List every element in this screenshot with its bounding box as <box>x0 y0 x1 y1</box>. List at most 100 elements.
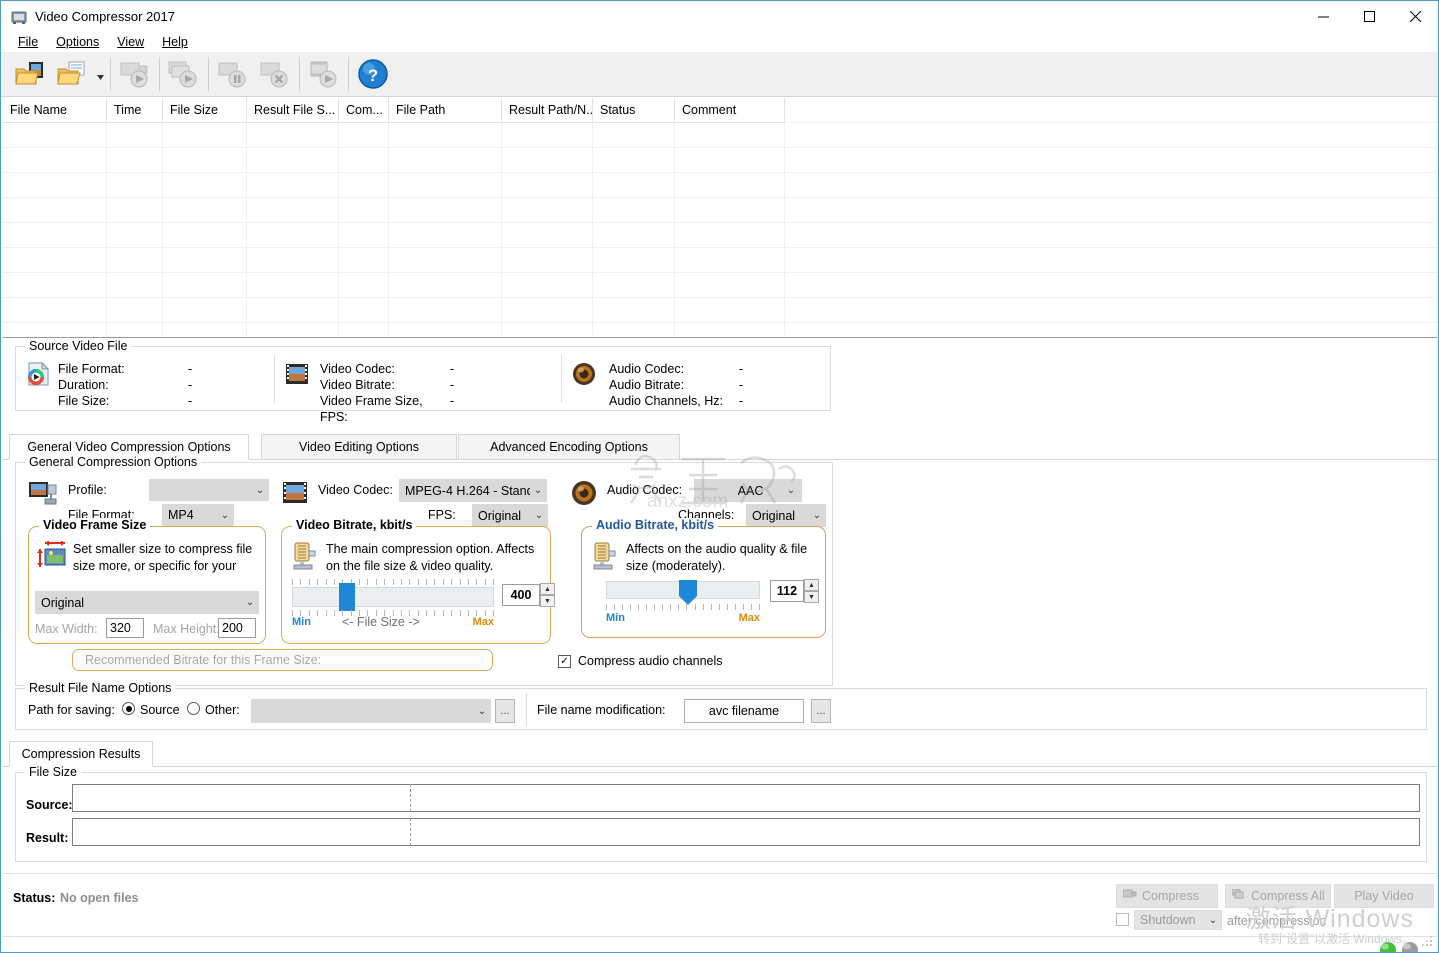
spinner-up-icon[interactable]: ▲ <box>540 583 555 595</box>
tab-advanced-encoding-options[interactable]: Advanced Encoding Options <box>458 434 680 460</box>
max-height-input[interactable]: 200 <box>218 618 256 638</box>
video-slider-thumb[interactable] <box>338 583 355 611</box>
column-header-compression[interactable]: Com... <box>339 98 389 123</box>
table-cell <box>389 223 502 248</box>
table-row[interactable] <box>3 248 1437 273</box>
table-cell <box>339 148 389 173</box>
audio-bitrate-spinner[interactable]: ▲ ▼ <box>804 579 819 603</box>
shutdown-combo[interactable]: Shutdown ⌄ <box>1134 910 1222 930</box>
fps-combo[interactable]: Original ⌄ <box>472 504 548 527</box>
column-header-result-file-size[interactable]: Result File S... <box>247 98 339 123</box>
file-format-label: File Format: <box>58 362 125 376</box>
table-cell <box>593 173 675 198</box>
audio-slider-thumb[interactable] <box>678 580 697 606</box>
column-header-comment[interactable]: Comment <box>675 98 785 123</box>
column-header-result-path[interactable]: Result Path/N... <box>502 98 593 123</box>
minimize-button[interactable] <box>1300 1 1346 32</box>
column-header-status[interactable]: Status <box>593 98 675 123</box>
table-row[interactable] <box>3 223 1437 248</box>
close-button[interactable] <box>1392 1 1438 32</box>
resize-grip-icon[interactable] <box>1421 935 1433 947</box>
shutdown-checkbox[interactable] <box>1116 913 1129 926</box>
maximize-button[interactable] <box>1346 1 1392 32</box>
other-path-combo[interactable]: ⌄ <box>251 699 491 723</box>
tab-general-label: General Video Compression Options <box>27 440 231 454</box>
audio-codec-combo[interactable]: AAC ⌄ <box>694 479 802 502</box>
table-row[interactable] <box>3 198 1437 223</box>
play-video-button[interactable] <box>303 54 345 94</box>
path-source-radio[interactable] <box>122 702 135 715</box>
help-button[interactable]: ? <box>352 54 394 94</box>
toolbar-separator-1 <box>110 57 111 91</box>
table-cell-filler <box>785 248 1437 273</box>
compress-audio-channels-row[interactable]: ✓ Compress audio channels <box>558 654 723 668</box>
menu-view[interactable]: View <box>108 34 153 50</box>
open-video-file-button[interactable] <box>9 54 51 94</box>
file-name-modification-browse-button[interactable]: ... <box>811 699 831 723</box>
tab-video-editing-options[interactable]: Video Editing Options <box>261 434 457 460</box>
column-header-file-name[interactable]: File Name <box>3 98 107 123</box>
audio-codec-value: - <box>739 362 744 376</box>
toolbar: ? <box>1 52 1438 97</box>
audio-bitrate-input[interactable]: 112 <box>770 580 804 602</box>
source-audio-info-column: Audio Codec: - Audio Bitrate: - Audio Chan… <box>571 361 779 409</box>
video-slider-track[interactable] <box>292 587 494 607</box>
audio-bitrate-slider[interactable] <box>606 577 760 610</box>
audio-slider-min-label: Min <box>606 612 625 624</box>
audio-channels-combo[interactable]: Original ⌄ <box>746 504 826 527</box>
table-cell <box>675 223 785 248</box>
table-cell <box>502 223 593 248</box>
stop-button[interactable] <box>254 54 296 94</box>
compress-all-button[interactable] <box>163 54 205 94</box>
open-folder-dropdown-caret-down-icon[interactable] <box>93 54 107 94</box>
compress-button[interactable] <box>114 54 156 94</box>
pause-button[interactable] <box>212 54 254 94</box>
table-row[interactable] <box>3 273 1437 298</box>
video-bitrate-label: Video Bitrate: <box>320 378 395 392</box>
video-bitrate-legend: Video Bitrate, kbit/s <box>292 518 417 532</box>
menu-file-label: File <box>18 35 39 49</box>
profile-combo[interactable]: ⌄ <box>149 479 269 501</box>
file-list-body[interactable] <box>3 123 1437 337</box>
general-compression-options-group: General Compression Options Profile: ⌄ F… <box>15 455 833 686</box>
column-header-file-size[interactable]: File Size <box>163 98 247 123</box>
file-name-modification-combo[interactable]: avc filename <box>684 699 804 723</box>
spinner-down-icon[interactable]: ▼ <box>804 591 819 603</box>
video-bitrate-spinner[interactable]: ▲ ▼ <box>540 583 555 607</box>
column-header-time[interactable]: Time <box>107 98 163 123</box>
table-cell <box>247 273 339 298</box>
play-video-button-bottom[interactable]: Play Video <box>1334 884 1434 908</box>
compress-audio-channels-checkbox[interactable]: ✓ <box>558 654 571 668</box>
table-row[interactable] <box>3 123 1437 148</box>
column-header-filler <box>785 98 1437 123</box>
file-list[interactable]: File Name Time File Size Result File S..… <box>3 98 1437 338</box>
table-cell <box>107 323 163 337</box>
tab-compression-results[interactable]: Compression Results <box>9 741 153 767</box>
window-title: Video Compressor 2017 <box>35 9 175 24</box>
menu-file[interactable]: File <box>9 34 47 50</box>
table-cell <box>107 273 163 298</box>
table-row[interactable] <box>3 173 1437 198</box>
video-codec-combo[interactable]: MPEG-4 H.264 - Stand ⌄ <box>399 479 547 502</box>
video-bitrate-input[interactable]: 400 <box>502 584 540 606</box>
other-path-browse-button[interactable]: ... <box>495 699 515 723</box>
menu-options[interactable]: Options <box>47 34 108 50</box>
table-row[interactable] <box>3 323 1437 337</box>
max-width-input[interactable]: 320 <box>106 618 144 638</box>
open-folder-button[interactable] <box>51 54 93 94</box>
compress-button-bottom[interactable]: Compress <box>1116 884 1218 908</box>
video-bitrate-slider[interactable] <box>292 579 494 616</box>
file-format-combo[interactable]: MP4 ⌄ <box>162 504 234 526</box>
video-frame-size-legend: Video Frame Size <box>39 518 151 532</box>
menu-help[interactable]: Help <box>153 34 197 50</box>
source-size-midline <box>410 784 411 812</box>
spinner-down-icon[interactable]: ▼ <box>540 595 555 607</box>
table-row[interactable] <box>3 148 1437 173</box>
table-cell <box>107 298 163 323</box>
spinner-up-icon[interactable]: ▲ <box>804 579 819 591</box>
table-row[interactable] <box>3 298 1437 323</box>
frame-size-preset-combo[interactable]: Original ⌄ <box>35 591 259 614</box>
column-header-file-path[interactable]: File Path <box>389 98 502 123</box>
compress-all-button-bottom[interactable]: Compress All <box>1225 884 1331 908</box>
path-other-radio[interactable] <box>187 702 200 715</box>
